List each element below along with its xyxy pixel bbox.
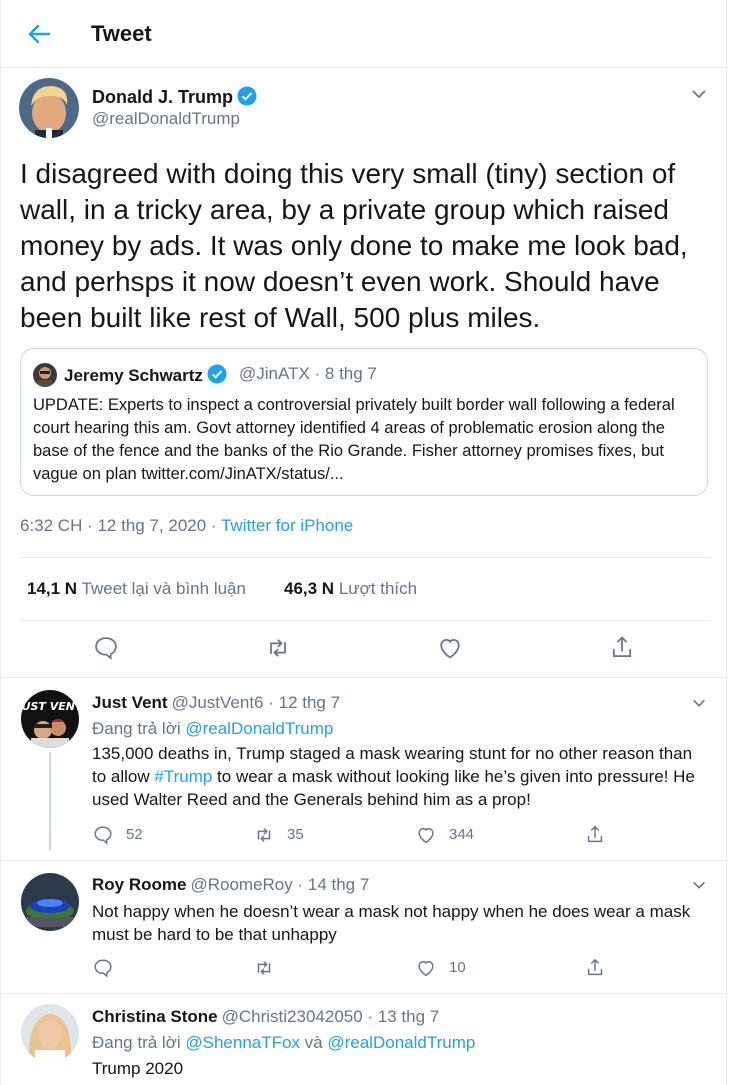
quote-meta: @JinATX · 8 thg 7 — [239, 364, 377, 383]
replying-to: Đang trả lời @realDonaldTrump — [92, 719, 333, 739]
reply-icon[interactable] — [92, 824, 114, 846]
timestamp-text: 6:32 CH · 12 thg 7, 2020 · — [20, 516, 221, 535]
retweet-icon[interactable] — [253, 957, 275, 979]
verified-badge-icon — [237, 86, 257, 111]
chevron-down-icon[interactable] — [690, 694, 708, 712]
reply-icon[interactable] — [92, 634, 120, 662]
heart-icon[interactable] — [415, 957, 437, 979]
verified-badge-icon — [207, 364, 227, 389]
replying-joiner: và — [299, 1033, 328, 1052]
reply-avatar[interactable]: JUST VENT — [21, 690, 79, 748]
tweet-actions — [1, 622, 728, 678]
thread-line — [49, 752, 51, 850]
avatar-logo-text: JUST VENT — [21, 700, 79, 713]
author-name[interactable]: Donald J. Trump — [92, 86, 257, 111]
retweets-label: Tweet lại và bình luận — [81, 579, 246, 598]
reply-avatar[interactable] — [21, 1004, 79, 1062]
likes-stat[interactable]: 46,3 N Lượt thích — [284, 579, 417, 599]
share-icon[interactable] — [584, 824, 606, 846]
retweet-count: 35 — [287, 826, 304, 843]
reply-header: Roy Roome @RoomeRoy · 14 thg 7 — [92, 875, 369, 895]
replying-to-link[interactable]: @realDonaldTrump — [185, 719, 333, 738]
reply-author-name[interactable]: Christina Stone — [92, 1007, 218, 1026]
back-arrow-icon[interactable] — [23, 18, 55, 50]
quote-author-name-text: Jeremy Schwartz — [64, 366, 203, 385]
page-title: Tweet — [91, 21, 152, 46]
retweet-icon[interactable] — [264, 634, 292, 662]
heart-icon[interactable] — [415, 824, 437, 846]
tweet-timestamp: 6:32 CH · 12 thg 7, 2020 · Twitter for i… — [20, 516, 353, 536]
quote-avatar[interactable] — [33, 363, 57, 387]
reply-tweet[interactable]: JUST VENT Just Vent@JustVent6 · 12 thg 7… — [1, 678, 728, 861]
author-name-text[interactable]: Donald J. Trump — [92, 87, 233, 107]
reply-author-name[interactable]: Just Vent — [92, 693, 168, 712]
share-icon[interactable] — [608, 634, 636, 662]
quote-author-name: Jeremy Schwartz — [64, 364, 227, 389]
replying-prefix: Đang trả lời — [92, 1033, 186, 1052]
reply-text: Not happy when he doesn’t wear a mask no… — [92, 902, 691, 944]
reply-tweet[interactable]: Christina Stone @Christi23042050 · 13 thg… — [1, 994, 728, 1085]
reply-text: Trump 2020 — [92, 1059, 184, 1078]
top-header: Tweet — [1, 0, 728, 68]
reply-text: 135,000 deaths in, Trump staged a mask w… — [92, 742, 702, 811]
chevron-down-icon[interactable] — [690, 876, 708, 894]
avatar[interactable] — [19, 78, 79, 138]
replying-to-link-2[interactable]: @realDonaldTrump — [327, 1033, 475, 1052]
likes-label: Lượt thích — [338, 579, 418, 598]
likes-count: 46,3 N — [284, 579, 335, 598]
reply-header: Just Vent @JustVent6 · 12 thg 7 — [92, 693, 340, 713]
retweets-stat[interactable]: 14,1 N Tweet lại và bình luận — [27, 579, 246, 599]
quote-text: UPDATE: Experts to inspect a controversi… — [33, 396, 675, 483]
quoted-tweet[interactable]: Jeremy Schwartz @JinATX · 8 thg 7 UPDATE… — [20, 348, 708, 496]
replying-to: Đang trả lời @ShennaTFox và @realDonaldT… — [92, 1033, 475, 1053]
tweet-stats: 14,1 N Tweet lại và bình luận 46,3 N Lượ… — [20, 557, 710, 621]
replying-to-link[interactable]: @ShennaTFox — [185, 1033, 300, 1052]
reply-tweet[interactable]: Roy Roome @RoomeRoy · 14 thg 7 Not happy … — [1, 861, 728, 994]
author-handle[interactable]: @realDonaldTrump — [92, 109, 240, 129]
reply-meta: @RoomeRoy · 14 thg 7 — [190, 875, 370, 894]
reply-count: 52 — [126, 826, 143, 843]
like-count: 10 — [449, 959, 466, 976]
heart-icon[interactable] — [436, 634, 464, 662]
reply-author-name[interactable]: Roy Roome — [92, 875, 186, 894]
like-count: 344 — [449, 826, 475, 843]
reply-header: Christina Stone @Christi23042050 · 13 thg… — [92, 1007, 439, 1027]
tweet-source-link[interactable]: Twitter for iPhone — [221, 516, 353, 535]
share-icon[interactable] — [584, 957, 606, 979]
retweets-count: 14,1 N — [27, 579, 78, 598]
reply-meta: @Christi23042050 · 13 thg 7 — [221, 1007, 440, 1026]
tweet-text: I disagreed with doing this very small (… — [20, 158, 688, 333]
reply-icon[interactable] — [92, 957, 114, 979]
reply-meta: @JustVent6 · 12 thg 7 — [171, 693, 341, 712]
reply-avatar[interactable] — [21, 873, 79, 931]
chevron-down-icon[interactable] — [689, 84, 709, 104]
tweet-page: Tweet Donald J. Trump @realDonaldTrump I… — [0, 0, 728, 1085]
hashtag-link[interactable]: #Trump — [154, 767, 212, 786]
replying-prefix: Đang trả lời — [92, 719, 186, 738]
retweet-icon[interactable] — [253, 824, 275, 846]
tweet-author: Donald J. Trump @realDonaldTrump — [19, 78, 709, 140]
